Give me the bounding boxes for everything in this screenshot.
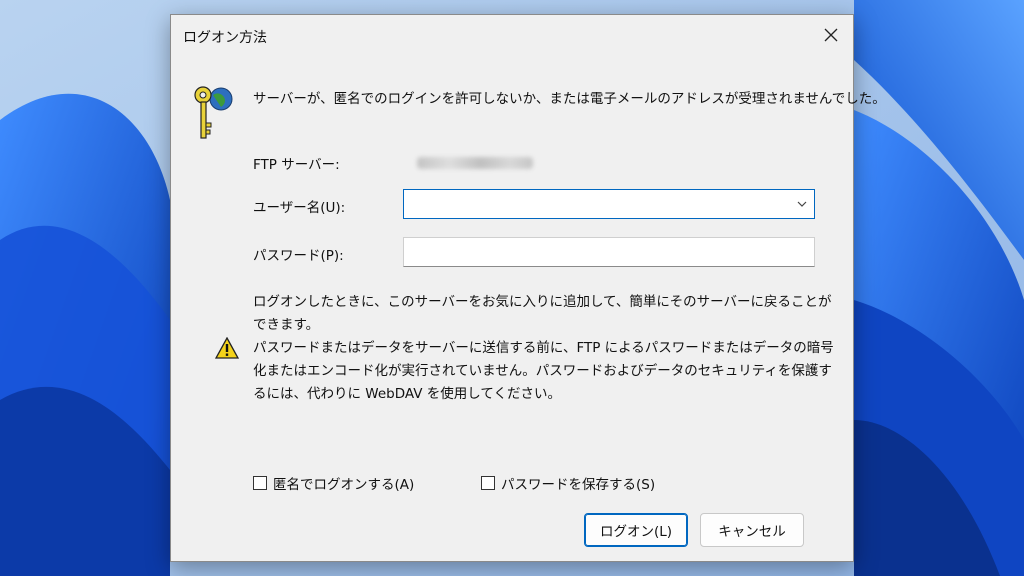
- password-label: パスワード(P):: [253, 248, 344, 264]
- favorites-notice: ログオンしたときに、このサーバーをお気に入りに追加して、簡単にそのサーバーに戻る…: [253, 294, 832, 333]
- save-password-checkbox-box[interactable]: [481, 476, 495, 490]
- anonymous-checkbox-label: 匿名でログオンする(A): [273, 477, 415, 493]
- ftp-server-value-redacted: [417, 157, 533, 169]
- logon-button[interactable]: ログオン(L): [584, 513, 688, 547]
- password-input[interactable]: [403, 237, 815, 267]
- encryption-warning: パスワードまたはデータをサーバーに送信する前に、FTP によるパスワードまたはデ…: [253, 340, 834, 402]
- logon-dialog: ログオン方法 サーバーが、匿名でのログインを許可しないか、または電子メールのアド…: [170, 14, 886, 562]
- close-icon: [824, 28, 838, 42]
- dialog-title: ログオン方法: [183, 30, 267, 46]
- warning-icon: [215, 337, 239, 359]
- username-combobox[interactable]: [403, 189, 815, 219]
- cancel-button[interactable]: キャンセル: [700, 513, 804, 547]
- keys-globe-icon: [194, 86, 233, 139]
- error-message: サーバーが、匿名でのログインを許可しないか、または電子メールのアドレスが受理され…: [253, 91, 886, 107]
- anonymous-checkbox-box[interactable]: [253, 476, 267, 490]
- security-notice: ログオンしたときに、このサーバーをお気に入りに追加して、簡単にそのサーバーに戻る…: [253, 291, 843, 406]
- close-button[interactable]: [817, 21, 845, 49]
- username-label: ユーザー名(U):: [253, 200, 346, 216]
- chevron-down-icon[interactable]: [796, 198, 808, 210]
- save-password-checkbox[interactable]: パスワードを保存する(S): [481, 473, 655, 493]
- save-password-checkbox-label: パスワードを保存する(S): [501, 477, 656, 493]
- title-bar[interactable]: ログオン方法: [171, 15, 853, 55]
- anonymous-logon-checkbox[interactable]: 匿名でログオンする(A): [253, 473, 414, 493]
- ftp-server-label: FTP サーバー:: [253, 157, 340, 173]
